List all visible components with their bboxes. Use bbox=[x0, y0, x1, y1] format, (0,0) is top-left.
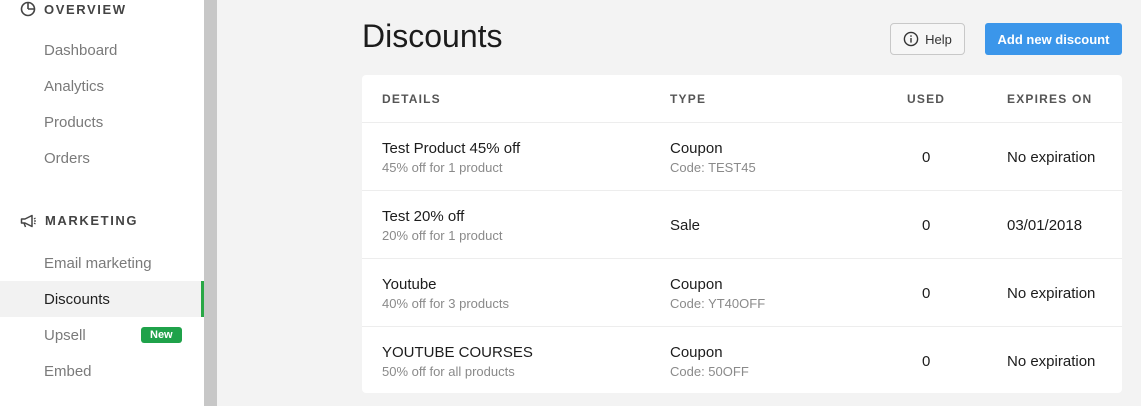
discount-type: Coupon bbox=[670, 344, 723, 361]
info-icon bbox=[903, 31, 919, 47]
sidebar-scrollbar[interactable] bbox=[204, 0, 217, 406]
sidebar-item-products[interactable]: Products bbox=[0, 104, 204, 140]
sidebar-item-dashboard[interactable]: Dashboard bbox=[0, 32, 204, 68]
new-badge: New bbox=[141, 327, 182, 343]
column-header-details: DETAILS bbox=[382, 92, 441, 106]
table-row[interactable]: Test 20% off 20% off for 1 product Sale … bbox=[362, 190, 1122, 258]
discount-code: Code: 50OFF bbox=[670, 364, 749, 379]
discount-name: Test Product 45% off bbox=[382, 140, 521, 157]
table-row[interactable]: Youtube 40% off for 3 products Coupon Co… bbox=[362, 258, 1122, 326]
overview-heading: OVERVIEW bbox=[20, 1, 127, 17]
discount-used: 0 bbox=[922, 149, 931, 166]
discount-description: 50% off for all products bbox=[382, 364, 515, 379]
table-row[interactable]: YOUTUBE COURSES 50% off for all products… bbox=[362, 326, 1122, 394]
sidebar-item-label: Orders bbox=[44, 149, 90, 167]
add-new-discount-label: Add new discount bbox=[997, 31, 1110, 47]
discounts-table: DETAILS TYPE USED EXPIRES ON Test Produc… bbox=[362, 75, 1122, 393]
sidebar-item-label: Email marketing bbox=[44, 254, 152, 272]
column-header-expires-on: EXPIRES ON bbox=[1007, 92, 1093, 106]
megaphone-icon bbox=[20, 214, 36, 227]
marketing-heading-label: MARKETING bbox=[45, 213, 139, 228]
discount-used: 0 bbox=[922, 217, 931, 234]
help-button[interactable]: Help bbox=[890, 23, 965, 55]
discount-used: 0 bbox=[922, 353, 931, 370]
sidebar-item-orders[interactable]: Orders bbox=[0, 140, 204, 176]
discount-name: Youtube bbox=[382, 276, 437, 293]
discount-type: Sale bbox=[670, 217, 701, 234]
sidebar-item-label: Products bbox=[44, 113, 104, 131]
discount-description: 40% off for 3 products bbox=[382, 296, 509, 311]
sidebar-item-embed[interactable]: Embed bbox=[0, 353, 204, 389]
column-header-used: USED bbox=[907, 92, 946, 106]
discount-code: Code: YT40OFF bbox=[670, 296, 766, 311]
sidebar-item-label: Embed bbox=[44, 362, 92, 380]
table-row[interactable]: Test Product 45% off 45% off for 1 produ… bbox=[362, 122, 1122, 190]
pie-chart-icon bbox=[20, 1, 36, 17]
discount-type: Coupon bbox=[670, 140, 723, 157]
discount-description: 45% off for 1 product bbox=[382, 160, 503, 175]
discount-description: 20% off for 1 product bbox=[382, 228, 503, 243]
discount-expires: No expiration bbox=[1007, 149, 1096, 166]
sidebar: OVERVIEW Dashboard Analytics Products Or… bbox=[0, 0, 204, 406]
discount-used: 0 bbox=[922, 285, 931, 302]
discount-type: Coupon bbox=[670, 276, 723, 293]
sidebar-item-upsell[interactable]: Upsell New bbox=[0, 317, 204, 353]
sidebar-item-label: Analytics bbox=[44, 77, 105, 95]
column-header-type: TYPE bbox=[670, 92, 707, 106]
discount-expires: No expiration bbox=[1007, 285, 1096, 302]
sidebar-item-analytics[interactable]: Analytics bbox=[0, 68, 204, 104]
sidebar-item-label: Upsell bbox=[44, 326, 86, 344]
marketing-heading: MARKETING bbox=[20, 213, 138, 228]
sidebar-item-label: Dashboard bbox=[44, 41, 118, 59]
discount-name: Test 20% off bbox=[382, 208, 465, 225]
sidebar-item-email-marketing[interactable]: Email marketing bbox=[0, 245, 204, 281]
discount-expires: No expiration bbox=[1007, 353, 1096, 370]
add-new-discount-button[interactable]: Add new discount bbox=[985, 23, 1122, 55]
discount-code: Code: TEST45 bbox=[670, 160, 756, 175]
page-title: Discounts bbox=[362, 18, 503, 54]
discount-name: YOUTUBE COURSES bbox=[382, 344, 533, 361]
discount-expires: 03/01/2018 bbox=[1007, 217, 1083, 234]
overview-heading-label: OVERVIEW bbox=[44, 1, 127, 17]
sidebar-item-label: Discounts bbox=[44, 290, 110, 308]
sidebar-item-discounts[interactable]: Discounts bbox=[0, 281, 204, 317]
help-button-label: Help bbox=[925, 31, 952, 47]
